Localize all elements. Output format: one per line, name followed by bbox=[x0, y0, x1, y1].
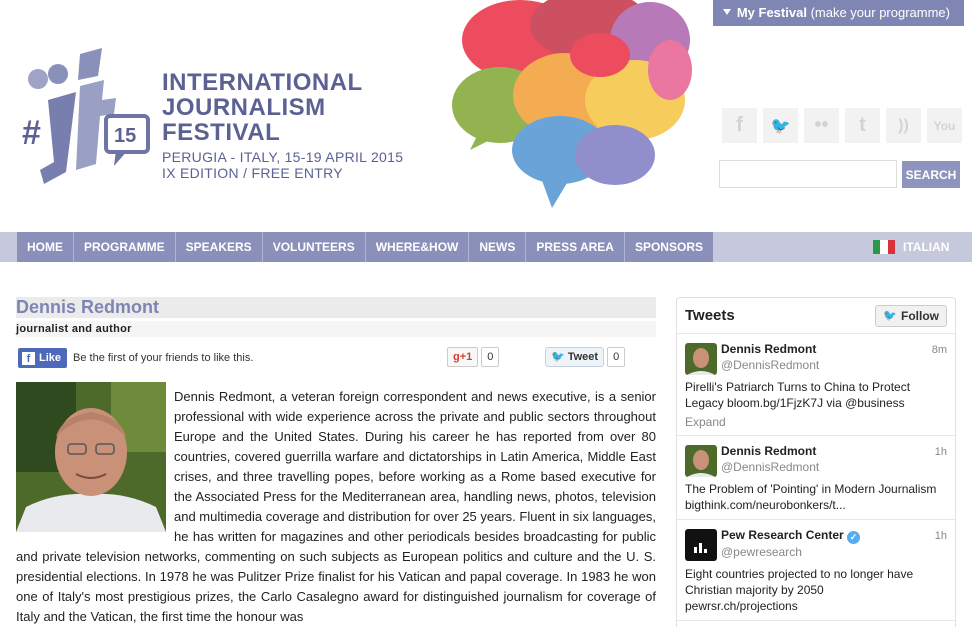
tweet-item: Dennis Redmont @DennisRedmont 8m Pirelli… bbox=[677, 334, 955, 436]
social-links: f 🐦 •• t )) You bbox=[722, 108, 962, 143]
nav-item-home[interactable]: HOME bbox=[17, 232, 74, 262]
tumblr-icon[interactable]: t bbox=[845, 108, 880, 143]
tweet-author-handle: @DennisRedmont bbox=[721, 460, 820, 474]
google-plus-widget: g+1 0 bbox=[447, 347, 500, 367]
tweet-author-handle: @pewresearch bbox=[721, 545, 802, 559]
twitter-timeline-header: Tweets 🐦 Follow bbox=[677, 298, 955, 334]
google-plus-label: +1 bbox=[459, 351, 473, 363]
title-dates: PERUGIA - ITALY, 15-19 APRIL 2015 bbox=[162, 149, 404, 165]
nav-item-volunteers[interactable]: VOLUNTEERS bbox=[263, 232, 366, 262]
nav-item-speakers[interactable]: SPEAKERS bbox=[176, 232, 263, 262]
rss-icon[interactable]: )) bbox=[886, 108, 921, 143]
facebook-icon[interactable]: f bbox=[722, 108, 757, 143]
facebook-like-text: Be the first of your friends to like thi… bbox=[73, 352, 254, 364]
tweet-author-name: Dennis Redmont bbox=[721, 444, 817, 458]
title-line-1: INTERNATIONAL bbox=[162, 69, 363, 96]
speaker-bio: Dennis Redmont, a veteran foreign corres… bbox=[16, 387, 656, 627]
nav-item-sponsors[interactable]: SPONSORS bbox=[625, 232, 713, 262]
search-button[interactable]: SEARCH bbox=[902, 161, 960, 188]
speech-bubbles-artwork bbox=[440, 0, 695, 210]
search-input[interactable] bbox=[719, 160, 897, 188]
tweet-widget: 🐦 Tweet 0 bbox=[545, 347, 626, 367]
logo-mark-icon: # 15 bbox=[22, 48, 150, 184]
avatar[interactable] bbox=[685, 343, 717, 375]
my-festival-sublabel: (make your programme) bbox=[810, 5, 950, 20]
language-label: ITALIAN bbox=[903, 240, 950, 254]
tweet-author-name: Pew Research Center bbox=[721, 528, 844, 542]
tweet-author[interactable]: Dennis Redmont @DennisRedmont bbox=[721, 341, 947, 373]
my-festival-label: My Festival bbox=[736, 5, 807, 20]
tweet-item: Dennis Redmont @DennisRedmont 1h The Pro… bbox=[677, 436, 955, 520]
nav-item-programme[interactable]: PROGRAMME bbox=[74, 232, 176, 262]
youtube-icon[interactable]: You bbox=[927, 108, 962, 143]
tweet-item: Pew Research Center ✓ @pewresearch 1h Ei… bbox=[677, 520, 955, 621]
twitter-bird-icon: 🐦 bbox=[883, 310, 897, 322]
svg-text:#: # bbox=[22, 114, 41, 152]
tweet-link[interactable]: pewrsr.ch/projections bbox=[685, 598, 947, 614]
speech-bubbles-icon bbox=[452, 0, 692, 208]
facebook-icon: f bbox=[22, 351, 35, 365]
tweet-button-label: Tweet bbox=[567, 351, 599, 363]
facebook-like-label: Like bbox=[39, 352, 62, 364]
tweet-time[interactable]: 1h bbox=[935, 446, 947, 458]
italian-flag-icon bbox=[873, 240, 895, 254]
title-edition: IX EDITION / FREE ENTRY bbox=[162, 165, 343, 181]
speaker-role: journalist and author bbox=[16, 321, 656, 337]
facebook-like-button[interactable]: f Like bbox=[18, 348, 68, 368]
pew-logo-icon bbox=[685, 529, 717, 561]
language-switch[interactable]: ITALIAN bbox=[873, 232, 949, 262]
tweet-text: Pirelli's Patriarch Turns to China to Pr… bbox=[685, 380, 911, 410]
svg-text:15: 15 bbox=[114, 125, 136, 147]
title-line-2: JOURNALISM bbox=[162, 94, 326, 121]
twitter-timeline: Tweets 🐦 Follow Dennis Redmont @DennisRe… bbox=[676, 297, 956, 627]
tweet-author-handle: @DennisRedmont bbox=[721, 358, 820, 372]
tweet-button[interactable]: 🐦 Tweet bbox=[545, 347, 605, 367]
tweet-author[interactable]: Dennis Redmont @DennisRedmont bbox=[721, 443, 947, 475]
facebook-like-widget: f Like Be the first of your friends to l… bbox=[18, 348, 253, 368]
flickr-icon[interactable]: •• bbox=[804, 108, 839, 143]
title-line-3: FESTIVAL bbox=[162, 119, 281, 146]
tweet-time[interactable]: 8m bbox=[932, 344, 947, 356]
my-festival-button[interactable]: My Festival (make your programme) bbox=[712, 0, 964, 26]
twitter-timeline-title: Tweets bbox=[685, 307, 735, 324]
nav-item-news[interactable]: NEWS bbox=[469, 232, 527, 262]
follow-label: Follow bbox=[901, 308, 939, 323]
tweet-text: The Problem of 'Pointing' in Modern Jour… bbox=[685, 482, 937, 512]
speaker-name: Dennis Redmont bbox=[16, 297, 656, 318]
avatar[interactable] bbox=[685, 529, 717, 561]
verified-icon: ✓ bbox=[847, 531, 861, 544]
avatar[interactable] bbox=[685, 445, 717, 477]
nav-item-where-how[interactable]: WHERE&HOW bbox=[366, 232, 470, 262]
chevron-down-icon bbox=[722, 9, 731, 15]
twitter-bird-icon: 🐦 bbox=[551, 351, 565, 363]
google-plus-count: 0 bbox=[481, 347, 500, 367]
nav-item-press-area[interactable]: PRESS AREA bbox=[526, 232, 625, 262]
photo-spacer bbox=[16, 387, 174, 537]
tweet-author[interactable]: Pew Research Center ✓ @pewresearch bbox=[721, 527, 947, 560]
festival-title: INTERNATIONAL JOURNALISM FESTIVAL PERUGI… bbox=[162, 70, 403, 181]
follow-button[interactable]: 🐦 Follow bbox=[875, 304, 947, 327]
main-nav: HOME PROGRAMME SPEAKERS VOLUNTEERS WHERE… bbox=[0, 232, 972, 262]
tweet-time[interactable]: 1h bbox=[935, 530, 947, 542]
tweet-expand-link[interactable]: Expand bbox=[685, 415, 947, 429]
nav-items: HOME PROGRAMME SPEAKERS VOLUNTEERS WHERE… bbox=[17, 232, 713, 262]
tweet-author-name: Dennis Redmont bbox=[721, 342, 817, 356]
tweet-text: Eight countries projected to no longer h… bbox=[685, 567, 914, 597]
twitter-icon[interactable]: 🐦 bbox=[763, 108, 798, 143]
festival-logo[interactable]: # 15 bbox=[20, 44, 160, 194]
tweet-count: 0 bbox=[607, 347, 626, 367]
google-plus-button[interactable]: g+1 bbox=[447, 347, 479, 367]
